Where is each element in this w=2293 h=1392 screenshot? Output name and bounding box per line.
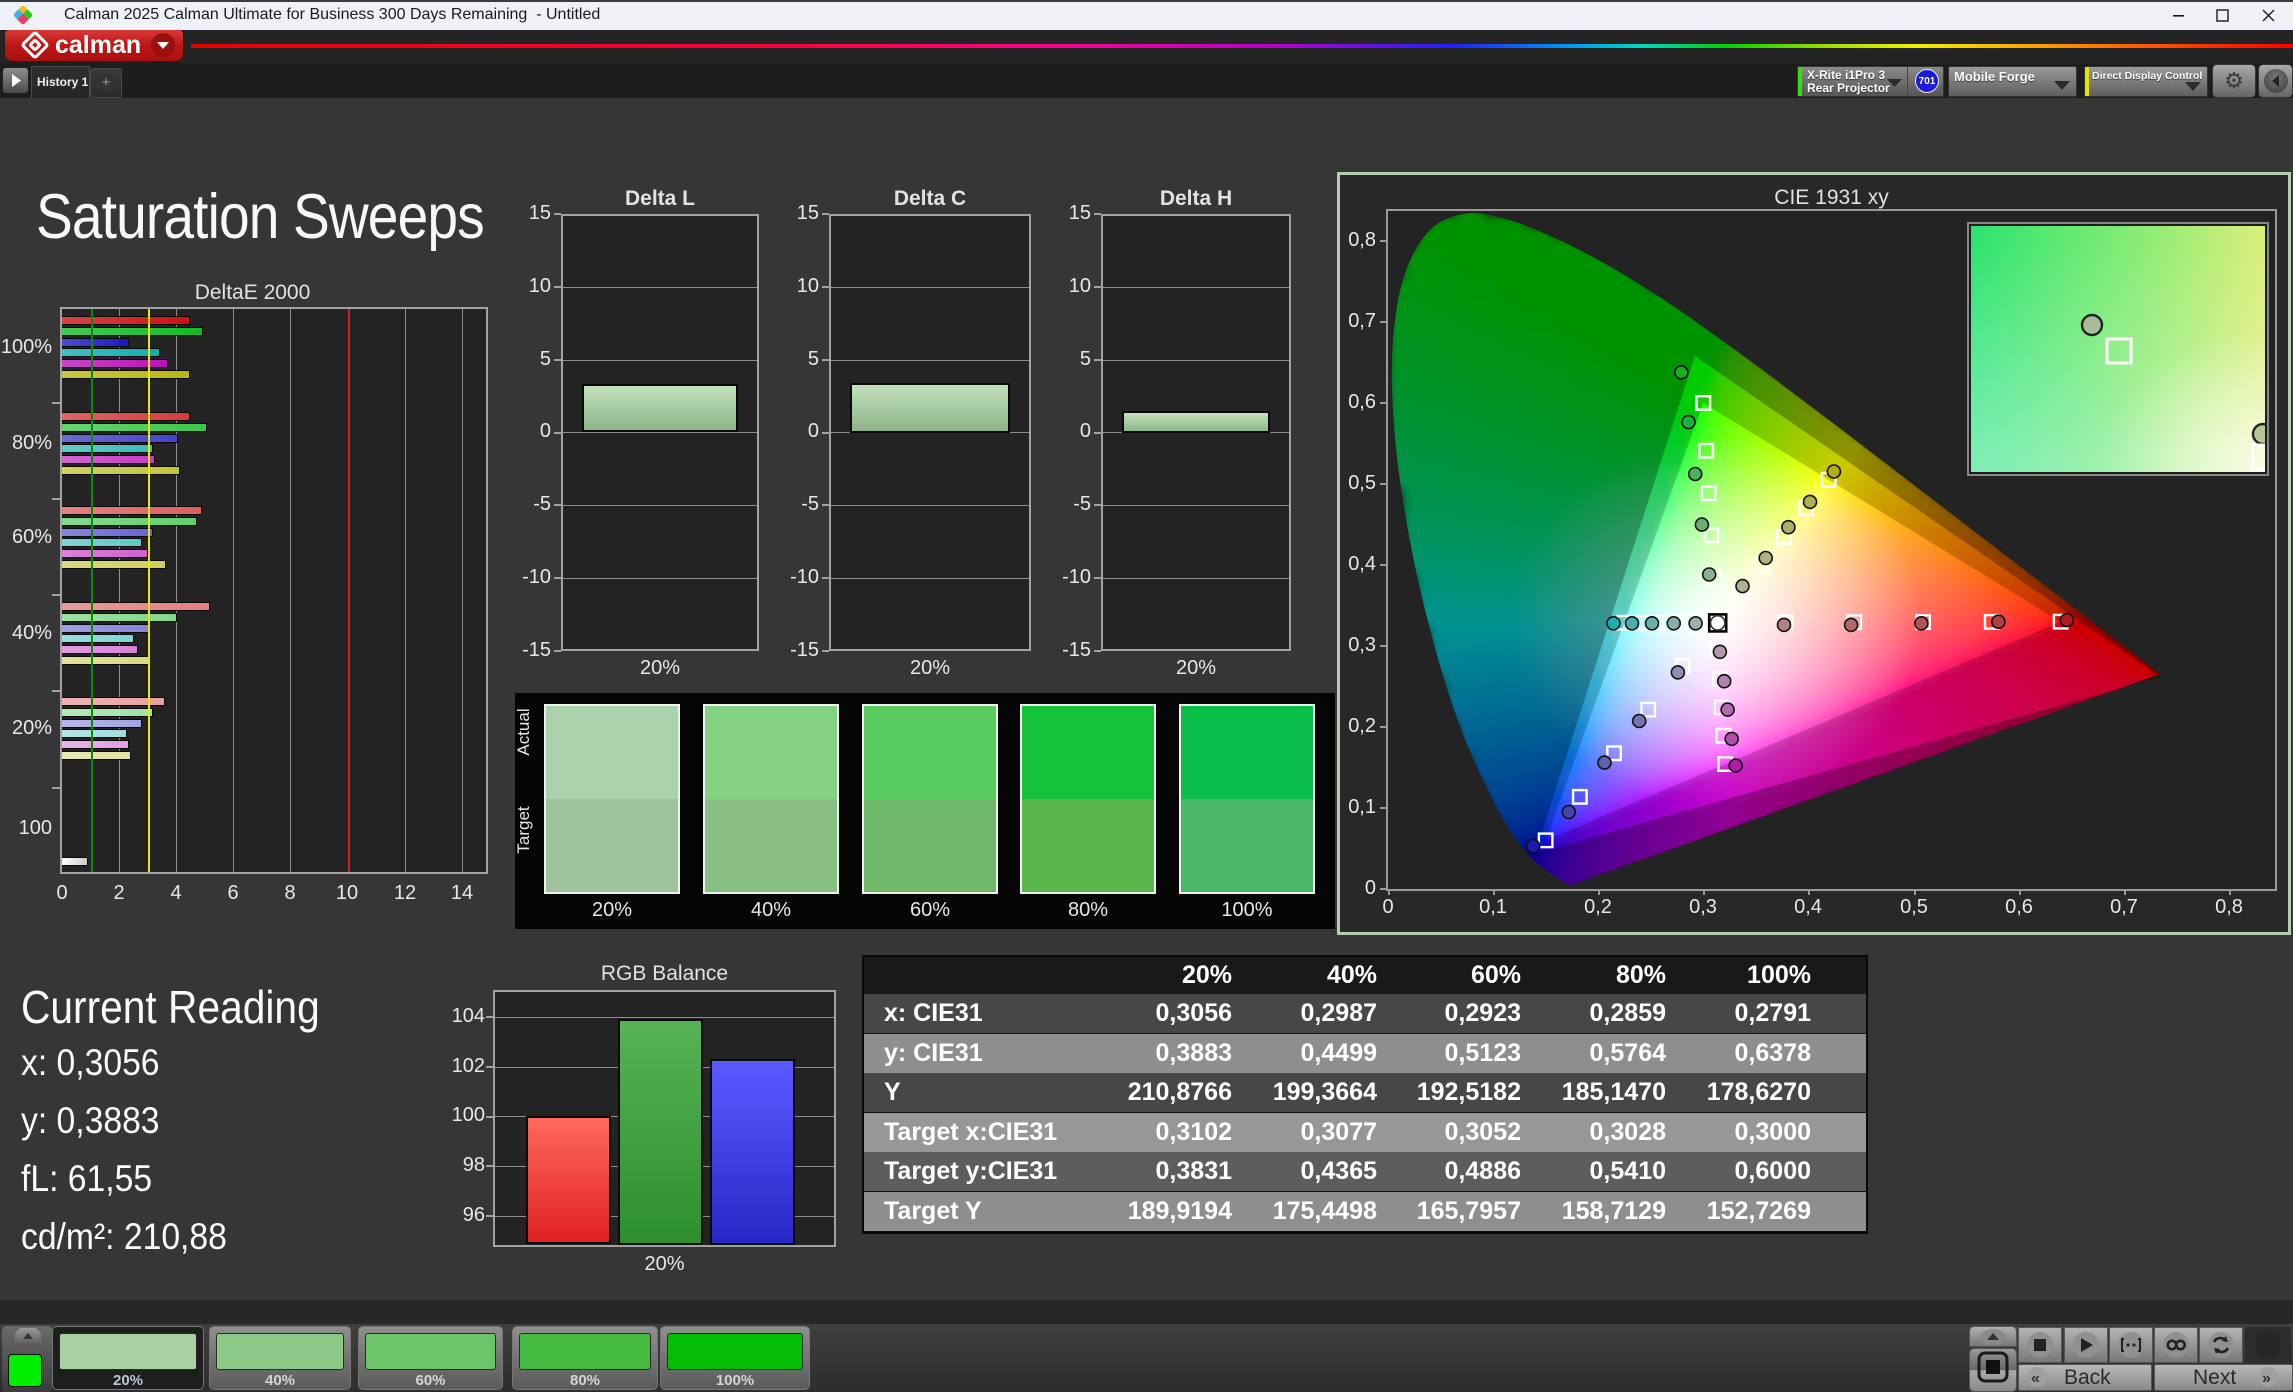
svg-text:»: »: [2262, 1370, 2271, 1387]
svg-text:Next: Next: [2193, 1366, 2236, 1389]
svg-text:Back: Back: [2064, 1366, 2111, 1389]
svg-text:calman: calman: [55, 31, 141, 59]
svg-text:«: «: [2031, 1370, 2040, 1387]
